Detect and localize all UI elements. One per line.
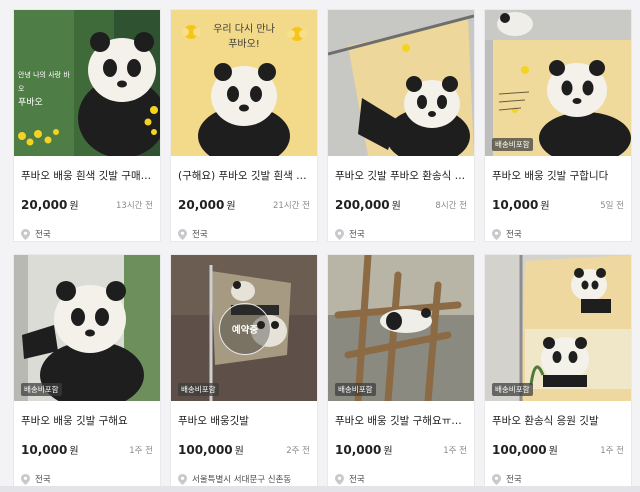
listing-time: 1주 전 — [129, 446, 153, 456]
listing-location: 전국 — [21, 473, 51, 485]
listing-time: 13시간 전 — [116, 201, 153, 211]
listing-location: 서울특별시 서대문구 신촌동 — [178, 473, 291, 485]
listing-title[interactable]: 푸바오 배웅 깃발 구합니다 — [492, 168, 626, 183]
listing-location: 전국 — [21, 228, 51, 240]
horizontal-scrollbar[interactable] — [0, 486, 640, 492]
listing-image[interactable]: 배송비포함 — [485, 10, 631, 156]
listing-title[interactable]: 푸바오 배웅 깃발 구해요ㅠㅠㅠ — [335, 413, 469, 428]
listing-price: 100,000 원 — [178, 443, 244, 457]
reserved-badge: 예약중 — [219, 303, 271, 355]
listing-title[interactable]: 푸바오 깃발 푸바오 환송식 … — [335, 168, 469, 183]
listing-time: 1주 전 — [443, 446, 467, 456]
listing-title[interactable]: 푸바오 배웅 흰색 깃발 구매… — [21, 168, 155, 183]
listing-price: 10,000 원 — [335, 443, 393, 457]
listing-title[interactable]: 푸바오 환송식 응원 깃발 — [492, 413, 626, 428]
listing-time: 21시간 전 — [273, 201, 310, 211]
location-pin-icon — [492, 473, 501, 485]
listing-price: 100,000 원 — [492, 443, 558, 457]
listing-image[interactable]: 배송비포함 — [485, 255, 631, 401]
listing-card[interactable]: 배송비포함 푸바오 배웅 깃발 구해요 10,000 원 1주 전 전국 — [13, 254, 161, 487]
listing-card[interactable]: 배송비포함 푸바오 환송식 응원 깃발 100,000 원 1주 전 전국 — [484, 254, 632, 487]
listing-price: 20,000 원 — [178, 198, 236, 212]
location-pin-icon — [492, 228, 501, 240]
listing-time: 2주 전 — [286, 446, 310, 456]
listing-title[interactable]: (구해요) 푸바오 깃발 흰색 구… — [178, 168, 312, 183]
location-pin-icon — [21, 473, 30, 485]
listing-time: 1주 전 — [600, 446, 624, 456]
shipping-badge: 배송비포함 — [178, 383, 219, 396]
listing-location: 전국 — [178, 228, 208, 240]
listing-image[interactable] — [328, 10, 474, 156]
listing-grid: 안녕 나의 사랑 바오 푸바오 푸바오 배웅 흰색 깃발 구매… 20,000 원… — [0, 0, 640, 492]
location-pin-icon — [335, 473, 344, 485]
location-pin-icon — [178, 228, 187, 240]
shipping-badge: 배송비포함 — [492, 383, 533, 396]
location-pin-icon — [335, 228, 344, 240]
listing-image[interactable]: 우리 다시 만나 푸바오! — [171, 10, 317, 156]
listing-location: 전국 — [335, 228, 365, 240]
listing-card[interactable]: 배송비포함 푸바오 배웅 깃발 구합니다 10,000 원 5일 전 전국 — [484, 9, 632, 242]
listing-card[interactable]: 배송비포함 푸바오 배웅 깃발 구해요ㅠㅠㅠ 10,000 원 1주 전 전국 — [327, 254, 475, 487]
listing-card[interactable]: 예약중 배송비포함 푸바오 배웅깃발 100,000 원 2주 전 서울특별시 서… — [170, 254, 318, 487]
listing-time: 8시간 전 — [435, 201, 467, 211]
listing-card[interactable]: 안녕 나의 사랑 바오 푸바오 푸바오 배웅 흰색 깃발 구매… 20,000 원… — [13, 9, 161, 242]
listing-image[interactable]: 배송비포함 — [328, 255, 474, 401]
shipping-badge: 배송비포함 — [335, 383, 376, 396]
listing-image[interactable]: 안녕 나의 사랑 바오 푸바오 — [14, 10, 160, 156]
listing-time: 5일 전 — [600, 201, 624, 211]
listing-title[interactable]: 푸바오 배웅깃발 — [178, 413, 312, 428]
listing-card[interactable]: 우리 다시 만나 푸바오! (구해요) 푸바오 깃발 흰색 구… 20,000 원… — [170, 9, 318, 242]
listing-image[interactable]: 예약중 배송비포함 — [171, 255, 317, 401]
listing-price: 200,000 원 — [335, 198, 401, 212]
shipping-badge: 배송비포함 — [492, 138, 533, 151]
image-caption: 안녕 나의 사랑 바오 푸바오 — [18, 71, 70, 108]
listing-price: 10,000 원 — [21, 443, 79, 457]
location-pin-icon — [21, 228, 30, 240]
listing-image[interactable]: 배송비포함 — [14, 255, 160, 401]
image-caption: 우리 다시 만나 푸바오! — [213, 24, 275, 50]
shipping-badge: 배송비포함 — [21, 383, 62, 396]
listing-location: 전국 — [492, 473, 522, 485]
location-pin-icon — [178, 473, 187, 485]
listing-location: 전국 — [492, 228, 522, 240]
listing-card[interactable]: 푸바오 깃발 푸바오 환송식 … 200,000 원 8시간 전 전국 — [327, 9, 475, 242]
listing-title[interactable]: 푸바오 배웅 깃발 구해요 — [21, 413, 155, 428]
listing-location: 전국 — [335, 473, 365, 485]
listing-price: 20,000 원 — [21, 198, 79, 212]
listing-price: 10,000 원 — [492, 198, 550, 212]
